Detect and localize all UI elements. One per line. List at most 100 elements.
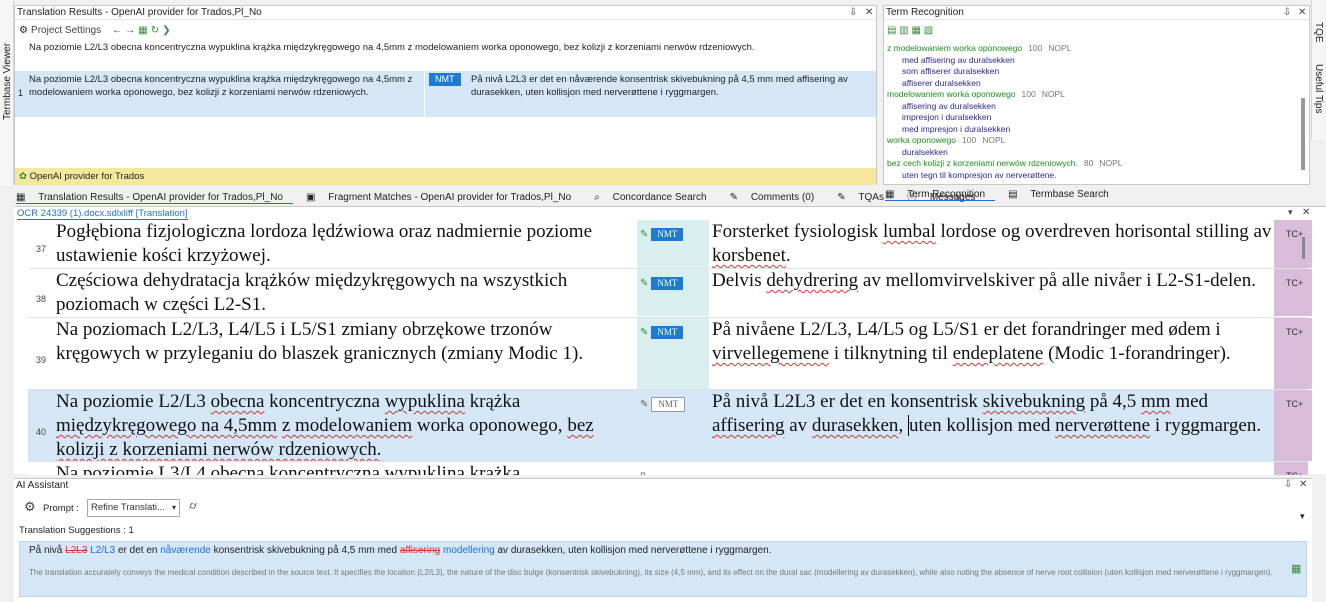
segment-status: ✎ NMT (637, 220, 709, 268)
term-source[interactable]: modelowaniem worka oponowego 100 NOPL (887, 89, 1297, 101)
suggestion-text: På nivå L2L3 L2/L3 er det en nåværende k… (29, 545, 772, 556)
term-score: 100 (1028, 43, 1043, 53)
tc-marker: TC+ (1274, 390, 1312, 461)
tab-translation-results[interactable]: ▦ Translation Results - OpenAI provider … (16, 192, 293, 204)
panel-dropdown-icon[interactable]: ▾ (1300, 511, 1305, 522)
term-text: med affisering av duralsekken (902, 54, 1015, 65)
term-target[interactable]: med impresjon i duralsekken (887, 124, 1297, 136)
tqa-icon: ✎ (837, 192, 849, 203)
term-tool-icon-3[interactable]: ▦ (911, 25, 920, 36)
term-source[interactable]: z modelowaniem worka oponowego 100 NOPL (887, 43, 1297, 55)
segment-target-editing[interactable]: På nivå L2L3 er det en konsentrisk skive… (711, 390, 1273, 438)
edit-pencil-icon: ✎ (640, 327, 649, 338)
openai-icon: ✿ (19, 171, 27, 182)
term-recognition-panel: Term Recognition ⇩ ✕ ▤ ▥ ▦ ▧ z modelowan… (883, 5, 1310, 185)
tab-concordance-search[interactable]: ⌕ Concordance Search (594, 192, 716, 203)
prompt-select[interactable]: Refine Translati... ▾ (87, 499, 180, 517)
term-score: 100 (1021, 89, 1036, 99)
editor-close-icon[interactable]: ✕ (1302, 207, 1310, 218)
pin-icon[interactable]: ⇩ (1283, 6, 1291, 19)
term-target[interactable]: affisering av duralsekken (887, 101, 1297, 113)
segment-row[interactable]: 37 Pogłębiona fizjologiczna lordoza lędź… (28, 220, 1312, 268)
term-tool-icon-4[interactable]: ▧ (924, 25, 933, 36)
term-target[interactable]: impresjon i duralsekken (887, 112, 1297, 124)
tab-comments[interactable]: ✎ Comments (0) (730, 192, 825, 203)
apply-icon[interactable]: ▦ (138, 25, 147, 36)
apply-suggestion-icon[interactable]: ▦ (1291, 562, 1301, 575)
term-text: uten tegn til kompresjon av nerverøttene… (902, 169, 1057, 180)
binoculars-icon[interactable]: ⌭ (189, 500, 197, 513)
result-row-target: På nivå L2L3 er det en nåværende konsent… (471, 74, 848, 98)
segment-source: Na poziomie L2/L3 obecna koncentryczna w… (56, 391, 594, 460)
segment-row[interactable]: 38 Częściowa dehydratacja krążków między… (28, 268, 1312, 316)
result-row-number: 1 (18, 88, 24, 98)
term-source[interactable]: worka oponowego 100 NOPL (887, 135, 1297, 147)
translation-result-row[interactable]: 1 Na poziomie L2/L3 obecna koncentryczna… (15, 71, 876, 117)
term-source[interactable]: bez cech kolizji z korzeniami nerwów rdz… (887, 158, 1297, 170)
tc-marker: TC+ (1274, 318, 1312, 389)
suggestions-count: Translation Suggestions : 1 (19, 525, 134, 536)
term-text: z modelowaniem worka oponowego (887, 43, 1023, 53)
bottom-tabs-left: ▦ Translation Results - OpenAI provider … (16, 188, 975, 204)
term-tool-icon-2[interactable]: ▥ (899, 25, 908, 36)
tab-dropdown-icon[interactable]: ▾ (1288, 207, 1293, 218)
segment-source: Na poziomie L3/L4 obecna koncentryczna w… (56, 463, 521, 475)
deleted-text: affisering (399, 545, 441, 556)
term-text: affisering av duralsekken (902, 100, 996, 111)
termbase-viewer-tab[interactable]: Termbase Viewer (2, 43, 13, 120)
tab-term-recognition[interactable]: ▦ Term Recognition (885, 189, 996, 201)
tqe-tab[interactable]: TQE (1313, 22, 1324, 43)
term-target[interactable]: uten tegn til kompresjon av nerverøttene… (887, 170, 1297, 182)
tab-fragment-matches[interactable]: ▣ Fragment Matches - OpenAI provider for… (306, 192, 581, 203)
segment-row[interactable]: 39 Na poziomach L2/L3, L4/L5 i L5/S1 zmi… (28, 317, 1312, 389)
segment-badge: NMT (651, 326, 684, 339)
segment-number: 39 (35, 355, 46, 365)
segment-target[interactable]: Delvis dehydrering av mellomvirvelskiver… (711, 269, 1273, 293)
left-sidebar: Termbase Viewer (0, 0, 14, 185)
segment-row[interactable]: Na poziomie L3/L4 obecna koncentryczna w… (28, 461, 1308, 475)
segment-target[interactable]: På nivåene L2/L3, L4/L5 og L5/S1 er det … (711, 318, 1273, 366)
scrollbar[interactable] (1301, 98, 1305, 170)
project-settings-button[interactable]: Project Settings (31, 25, 101, 36)
term-target[interactable]: med affisering av duralsekken (887, 55, 1297, 67)
settings-icon[interactable]: ⚙ (19, 25, 28, 36)
segment-row-active[interactable]: 40 Na poziomie L2/L3 obecna koncentryczn… (28, 389, 1312, 461)
term-target[interactable]: duralsekken (887, 147, 1297, 159)
prompt-label: Prompt : (43, 503, 79, 514)
term-text: med impresjon i duralsekken (902, 123, 1011, 134)
editor-file-tab[interactable]: OCR 24339 (1).docx.sdlxliff [Translation… (17, 208, 188, 220)
next-icon[interactable]: ❯ (162, 25, 170, 36)
term-tag: NOPL (1048, 43, 1072, 53)
close-icon[interactable]: ✕ (1298, 6, 1306, 19)
segment-badge: NMT (651, 228, 684, 241)
settings-gear-icon[interactable]: ⚙ (24, 499, 36, 515)
term-recognition-icon: ▦ (885, 189, 898, 200)
translation-results-panel: Translation Results - OpenAI provider fo… (14, 5, 877, 185)
useful-tips-tab[interactable]: Useful Tips (1313, 64, 1324, 113)
close-icon[interactable]: ✕ (865, 6, 873, 19)
chevron-down-icon: ▾ (171, 503, 176, 512)
term-target[interactable]: som affiserer duralsekken (887, 66, 1297, 78)
ai-assistant-panel: AI Assistant ⇩ ✕ ⚙ Prompt : Refine Trans… (14, 478, 1312, 602)
editor-scrollbar[interactable] (1302, 237, 1305, 259)
termbase-search-icon: ▤ (1008, 189, 1021, 200)
term-tag: NOPL (1041, 89, 1065, 99)
close-icon[interactable]: ✕ (1299, 479, 1307, 490)
term-text: modelowaniem worka oponowego (887, 89, 1016, 99)
segment-target[interactable]: Forsterket fysiologisk lumbal lordose og… (711, 220, 1273, 268)
suggestion-card[interactable]: På nivå L2L3 L2/L3 er det en nåværende k… (19, 541, 1307, 597)
term-score: 100 (962, 135, 977, 145)
pin-icon[interactable]: ⇩ (849, 6, 857, 19)
translation-results-title: Translation Results - OpenAI provider fo… (15, 6, 876, 20)
back-arrow-icon[interactable]: ← (112, 25, 122, 36)
provider-name: OpenAI provider for Trados (29, 171, 145, 182)
term-tool-icon-1[interactable]: ▤ (887, 25, 896, 36)
term-target[interactable]: affiserer duralsekken (887, 78, 1297, 90)
pin-icon[interactable]: ⇩ (1284, 479, 1292, 490)
refresh-icon[interactable]: ↻ (151, 25, 159, 36)
term-list: z modelowaniem worka oponowego 100 NOPL med… (887, 43, 1297, 181)
tab-termbase-search[interactable]: ▤ Termbase Search (1008, 189, 1119, 200)
forward-arrow-icon[interactable]: → (125, 25, 135, 36)
term-text: impresjon i duralsekken (902, 112, 992, 122)
editor-panel: OCR 24339 (1).docx.sdlxliff [Translation… (14, 206, 1326, 475)
